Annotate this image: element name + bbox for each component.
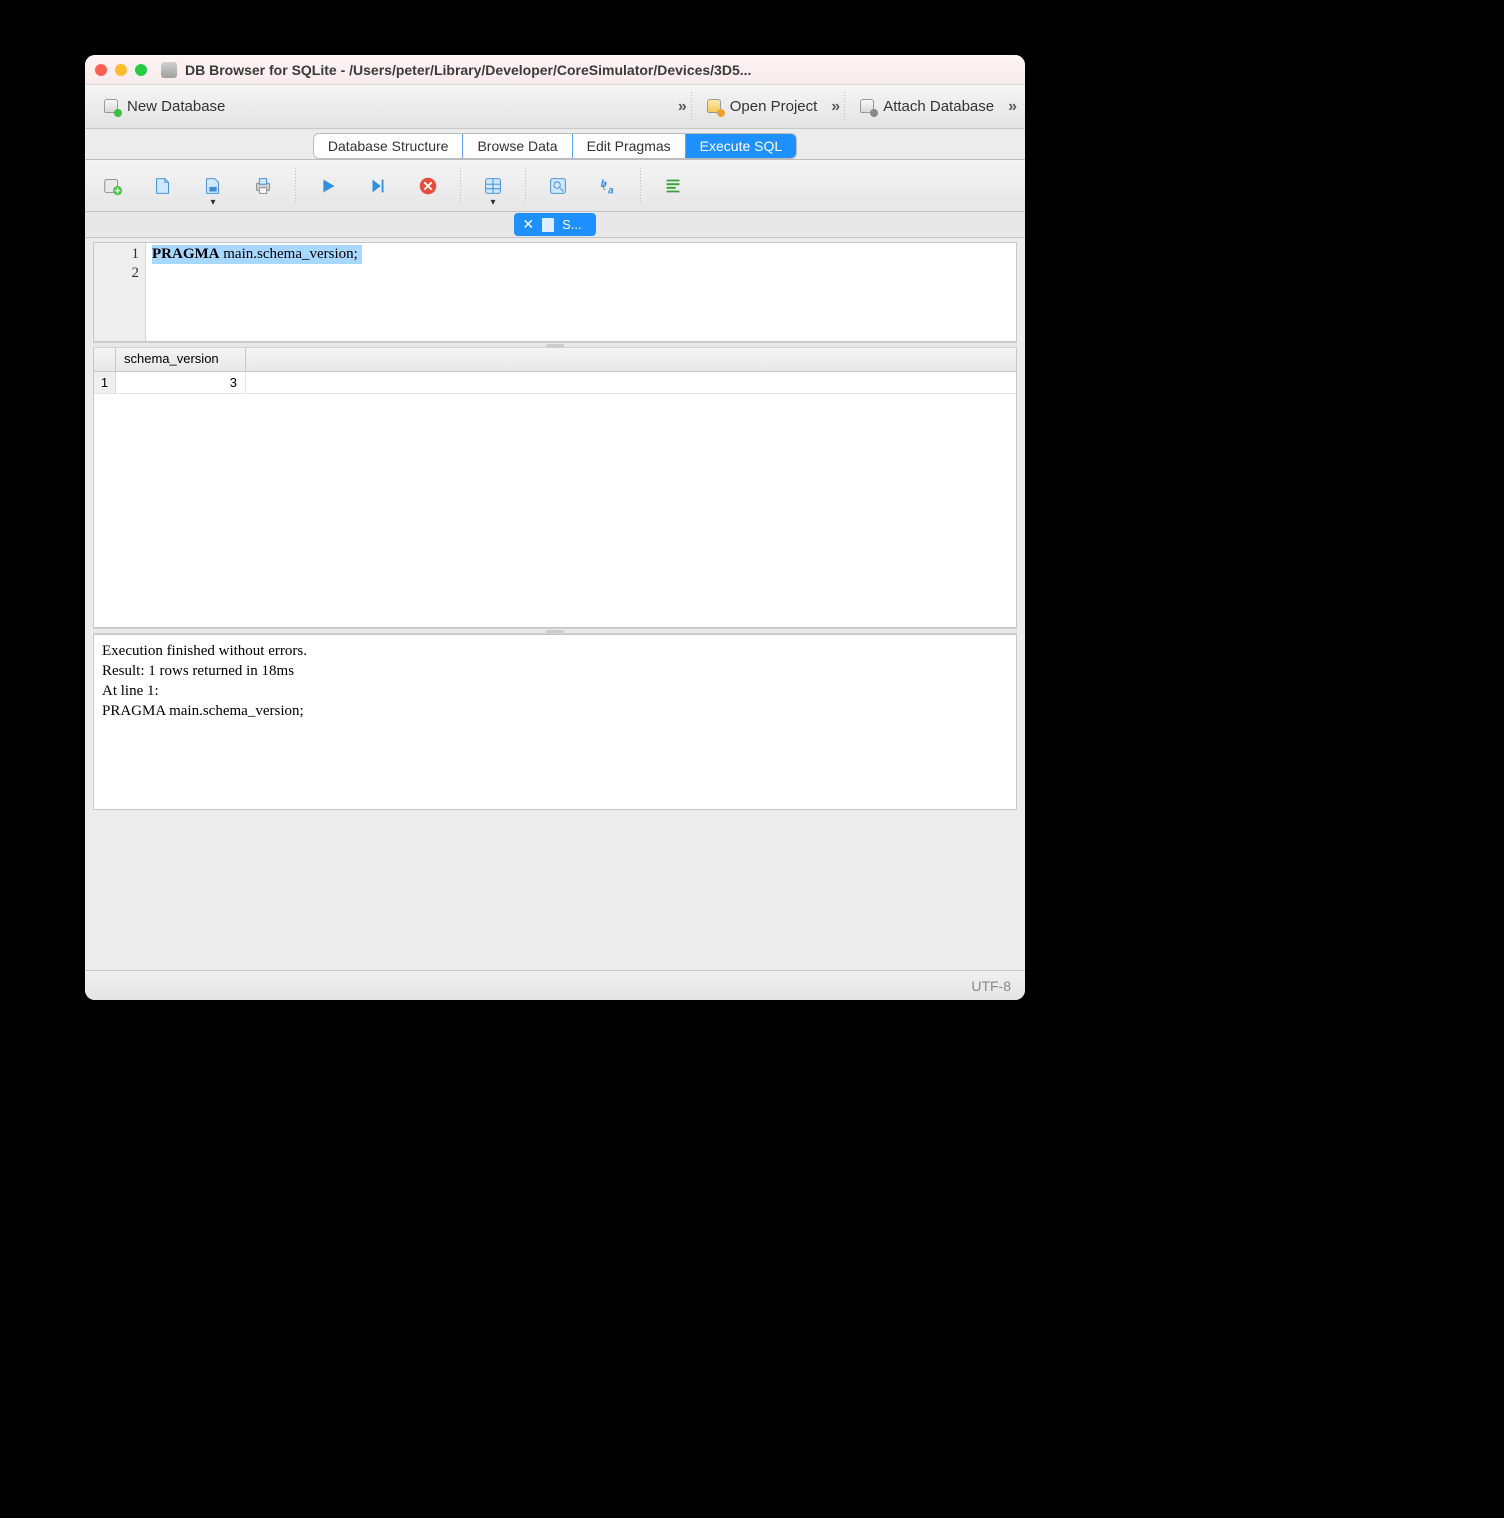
- status-bar: UTF-8: [85, 970, 1025, 1000]
- app-icon: [161, 62, 177, 78]
- open-project-label: Open Project: [730, 98, 818, 115]
- database-icon: [103, 98, 121, 116]
- format-icon: [662, 175, 684, 197]
- chevron-down-icon: ▾: [490, 197, 495, 208]
- play-icon: [317, 175, 339, 197]
- chevron-down-icon: ▾: [210, 197, 215, 208]
- editor-tab[interactable]: ✕ S...: [514, 213, 595, 236]
- execution-log[interactable]: Execution finished without errors. Resul…: [93, 634, 1017, 810]
- table-row[interactable]: 1 3: [94, 372, 1016, 394]
- find-replace-button[interactable]: ba: [590, 168, 626, 204]
- print-button[interactable]: [245, 168, 281, 204]
- save-results-button[interactable]: ▾: [475, 168, 511, 204]
- save-icon: [202, 175, 224, 197]
- separator: [295, 168, 296, 204]
- sql-text: main.schema_version;: [220, 246, 358, 262]
- app-window: DB Browser for SQLite - /Users/peter/Lib…: [85, 55, 1025, 1000]
- save-results-icon: [482, 175, 504, 197]
- results-header: schema_version: [94, 348, 1016, 372]
- execute-button[interactable]: [310, 168, 346, 204]
- attach-database-button[interactable]: Attach Database: [855, 96, 998, 118]
- overflow-icon[interactable]: »: [831, 98, 840, 116]
- log-line: At line 1:: [102, 683, 159, 699]
- attach-database-label: Attach Database: [883, 98, 994, 115]
- execute-line-button[interactable]: [360, 168, 396, 204]
- open-file-icon: [152, 175, 174, 197]
- log-line: Execution finished without errors.: [102, 643, 307, 659]
- svg-text:a: a: [608, 185, 614, 196]
- find-button[interactable]: [540, 168, 576, 204]
- code-area[interactable]: PRAGMA main.schema_version;: [146, 243, 1016, 341]
- results-table: schema_version 1 3: [93, 348, 1017, 628]
- play-to-end-icon: [367, 175, 389, 197]
- find-replace-icon: ba: [597, 175, 619, 197]
- stop-button[interactable]: [410, 168, 446, 204]
- close-tab-icon[interactable]: ✕: [522, 216, 534, 233]
- splitter-handle[interactable]: [93, 628, 1017, 634]
- sql-toolbar: ▾ ▾ ba: [85, 160, 1025, 212]
- separator: [844, 92, 845, 122]
- separator: [691, 92, 692, 122]
- maximize-icon[interactable]: [135, 64, 147, 76]
- open-file-button[interactable]: [145, 168, 181, 204]
- tab-execute-sql[interactable]: Execute SQL: [686, 134, 797, 158]
- project-icon: [706, 98, 724, 116]
- line-gutter: 1 2: [94, 243, 146, 341]
- tab-edit-pragmas[interactable]: Edit Pragmas: [573, 134, 686, 158]
- titlebar: DB Browser for SQLite - /Users/peter/Lib…: [85, 55, 1025, 85]
- sql-keyword: PRAGMA: [152, 246, 220, 262]
- separator: [460, 168, 461, 204]
- tab-browse-data[interactable]: Browse Data: [463, 134, 572, 158]
- sql-editor[interactable]: 1 2 PRAGMA main.schema_version;: [93, 242, 1017, 342]
- new-database-button[interactable]: New Database: [99, 96, 229, 118]
- overflow-icon[interactable]: »: [678, 98, 687, 116]
- attach-icon: [859, 98, 877, 116]
- editor-tabs: ✕ S...: [85, 212, 1025, 238]
- view-tabs: Database Structure Browse Data Edit Prag…: [85, 129, 1025, 160]
- editor-tab-label: S...: [562, 217, 582, 232]
- separator: [640, 168, 641, 204]
- save-button[interactable]: ▾: [195, 168, 231, 204]
- main-toolbar: New Database » Open Project » Attach Dat…: [85, 85, 1025, 129]
- page-icon: [542, 218, 554, 232]
- cell-value[interactable]: 3: [116, 372, 246, 393]
- new-tab-icon: [102, 175, 124, 197]
- line-number: 2: [94, 264, 139, 283]
- log-line: Result: 1 rows returned in 18ms: [102, 663, 294, 679]
- separator: [525, 168, 526, 204]
- stop-icon: [417, 175, 439, 197]
- new-tab-button[interactable]: [95, 168, 131, 204]
- log-line: PRAGMA main.schema_version;: [102, 703, 304, 719]
- row-header-spacer: [94, 348, 116, 371]
- column-header[interactable]: schema_version: [116, 348, 246, 371]
- tab-database-structure[interactable]: Database Structure: [314, 134, 464, 158]
- format-button[interactable]: [655, 168, 691, 204]
- minimize-icon[interactable]: [115, 64, 127, 76]
- window-controls: [95, 64, 147, 76]
- encoding-label[interactable]: UTF-8: [971, 978, 1011, 994]
- open-project-button[interactable]: Open Project: [702, 96, 822, 118]
- window-title: DB Browser for SQLite - /Users/peter/Lib…: [185, 62, 1015, 78]
- row-number: 1: [94, 372, 116, 393]
- print-icon: [252, 175, 274, 197]
- line-number: 1: [94, 245, 139, 264]
- splitter-handle[interactable]: [93, 342, 1017, 348]
- find-icon: [547, 175, 569, 197]
- overflow-icon[interactable]: »: [1008, 98, 1017, 116]
- close-icon[interactable]: [95, 64, 107, 76]
- new-database-label: New Database: [127, 98, 225, 115]
